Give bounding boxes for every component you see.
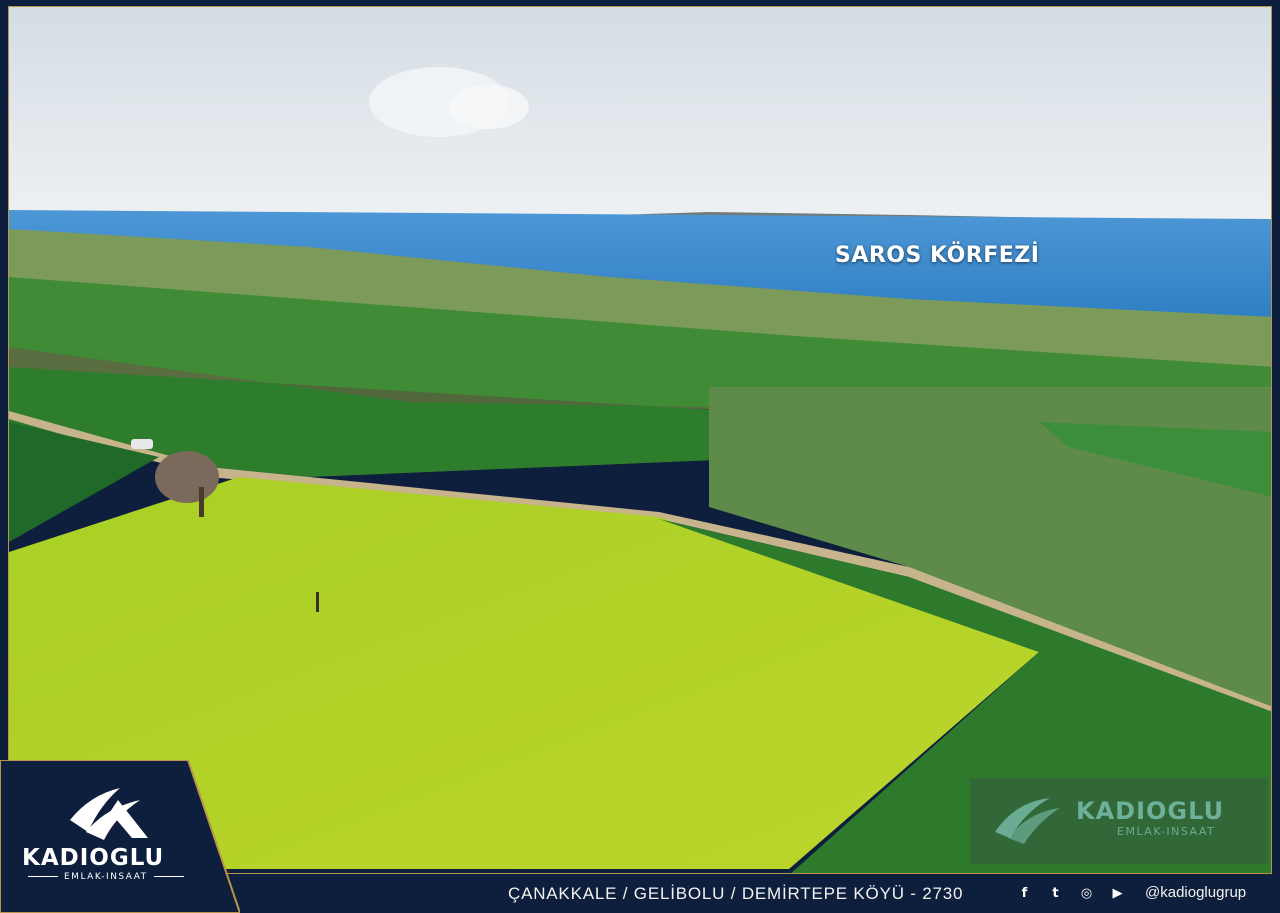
logo-name: KADIOGLU	[22, 845, 165, 871]
logo-panel	[0, 760, 240, 913]
youtube-icon[interactable]: ▶	[1109, 885, 1126, 902]
social-links: f t ◎ ▶	[1016, 885, 1126, 902]
place-label: SAROS KÖRFEZİ	[835, 243, 1040, 268]
watermark-subtitle: EMLAK-INSAAT	[1117, 825, 1216, 838]
cloud	[449, 85, 529, 129]
aerial-photo	[8, 6, 1272, 874]
twitter-icon[interactable]: t	[1047, 885, 1064, 902]
sky	[9, 7, 1271, 222]
tree-trunk	[199, 487, 204, 517]
social-handle[interactable]: @kadioglugrup	[1145, 884, 1246, 901]
field-post	[316, 592, 319, 612]
logo-subtitle: EMLAK-INSAAT	[22, 872, 190, 882]
car	[131, 439, 153, 449]
landscape-illustration	[9, 7, 1271, 873]
tree	[155, 451, 219, 503]
location-caption: ÇANAKKALE / GELİBOLU / DEMİRTEPE KÖYÜ - …	[508, 884, 964, 903]
watermark-logo-icon	[995, 798, 1060, 844]
watermark-name: KADIOGLU	[1076, 797, 1225, 825]
instagram-icon[interactable]: ◎	[1078, 885, 1095, 902]
facebook-icon[interactable]: f	[1016, 885, 1033, 902]
